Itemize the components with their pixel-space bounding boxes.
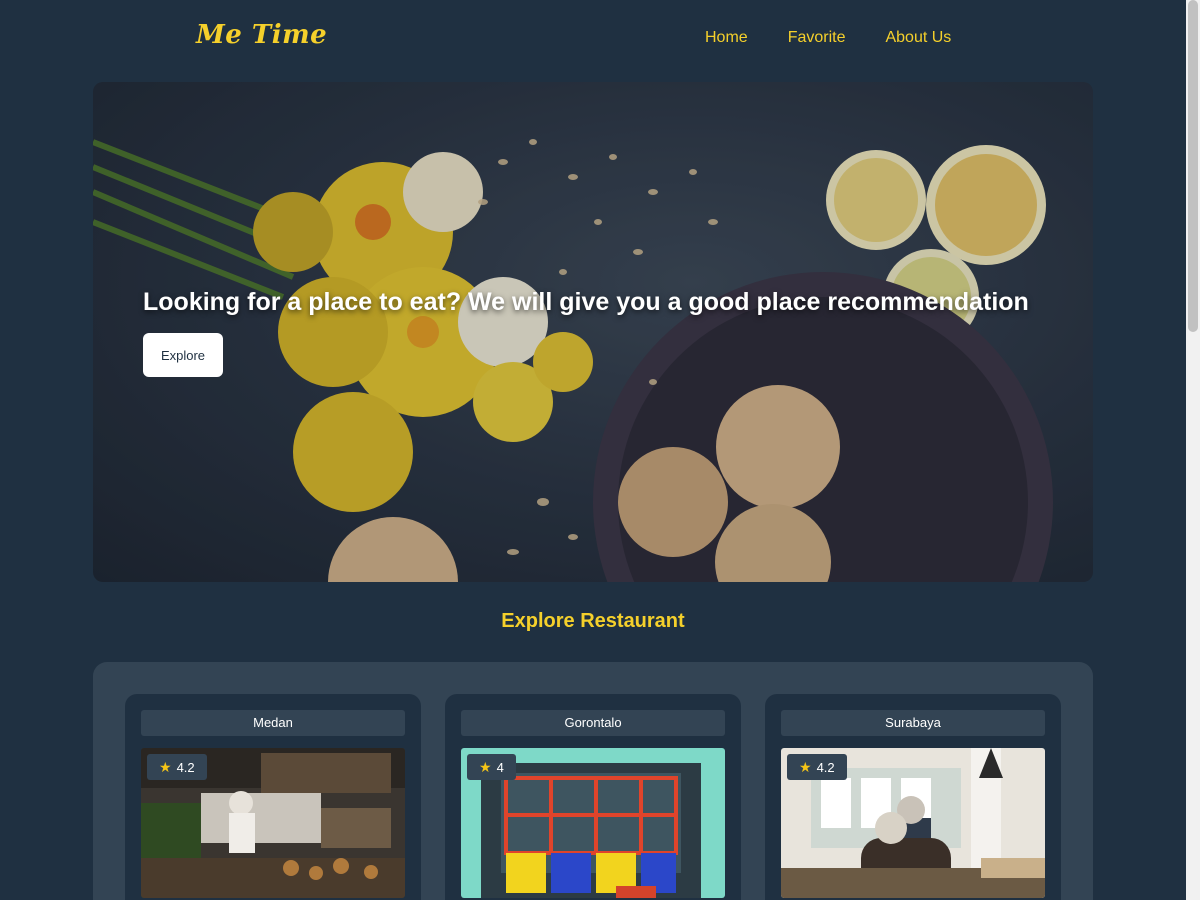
star-icon: ★ (159, 758, 172, 775)
main-nav: Home Favorite About Us (705, 29, 951, 47)
nav-favorite-link[interactable]: Favorite (788, 29, 846, 47)
hero-banner: Looking for a place to eat? We will give… (93, 82, 1093, 582)
site-logo[interactable]: Me Time (196, 20, 327, 50)
rating-badge: ★ 4.2 (147, 754, 207, 780)
rating-value: 4.2 (176, 759, 195, 775)
hero-title: Looking for a place to eat? We will give… (143, 288, 1029, 316)
restaurant-card[interactable]: Gorontalo ★ 4 (445, 694, 741, 900)
restaurant-list: Medan ★ 4.2 Gorontalo ★ 4 Surabaya ★ 4.2 (93, 662, 1093, 900)
restaurant-city: Surabaya (781, 710, 1045, 736)
rating-value: 4.2 (816, 759, 835, 775)
star-icon: ★ (479, 758, 492, 775)
page-scrollbar[interactable] (1186, 0, 1200, 900)
nav-home-link[interactable]: Home (705, 29, 748, 47)
hero-food-image (93, 82, 1093, 582)
rating-badge: ★ 4 (467, 754, 516, 780)
restaurant-image[interactable]: ★ 4 (461, 748, 725, 898)
rating-value: 4 (496, 759, 504, 775)
restaurant-city: Medan (141, 710, 405, 736)
restaurant-card[interactable]: Surabaya ★ 4.2 (765, 694, 1061, 900)
explore-button[interactable]: Explore (143, 333, 223, 377)
nav-about-link[interactable]: About Us (885, 29, 951, 47)
section-title: Explore Restaurant (501, 610, 685, 632)
scrollbar-thumb[interactable] (1188, 0, 1198, 332)
rating-badge: ★ 4.2 (787, 754, 847, 780)
restaurant-image[interactable]: ★ 4.2 (141, 748, 405, 898)
restaurant-card[interactable]: Medan ★ 4.2 (125, 694, 421, 900)
star-icon: ★ (799, 758, 812, 775)
restaurant-image[interactable]: ★ 4.2 (781, 748, 1045, 898)
header: Me Time Home Favorite About Us (0, 0, 1186, 80)
restaurant-city: Gorontalo (461, 710, 725, 736)
